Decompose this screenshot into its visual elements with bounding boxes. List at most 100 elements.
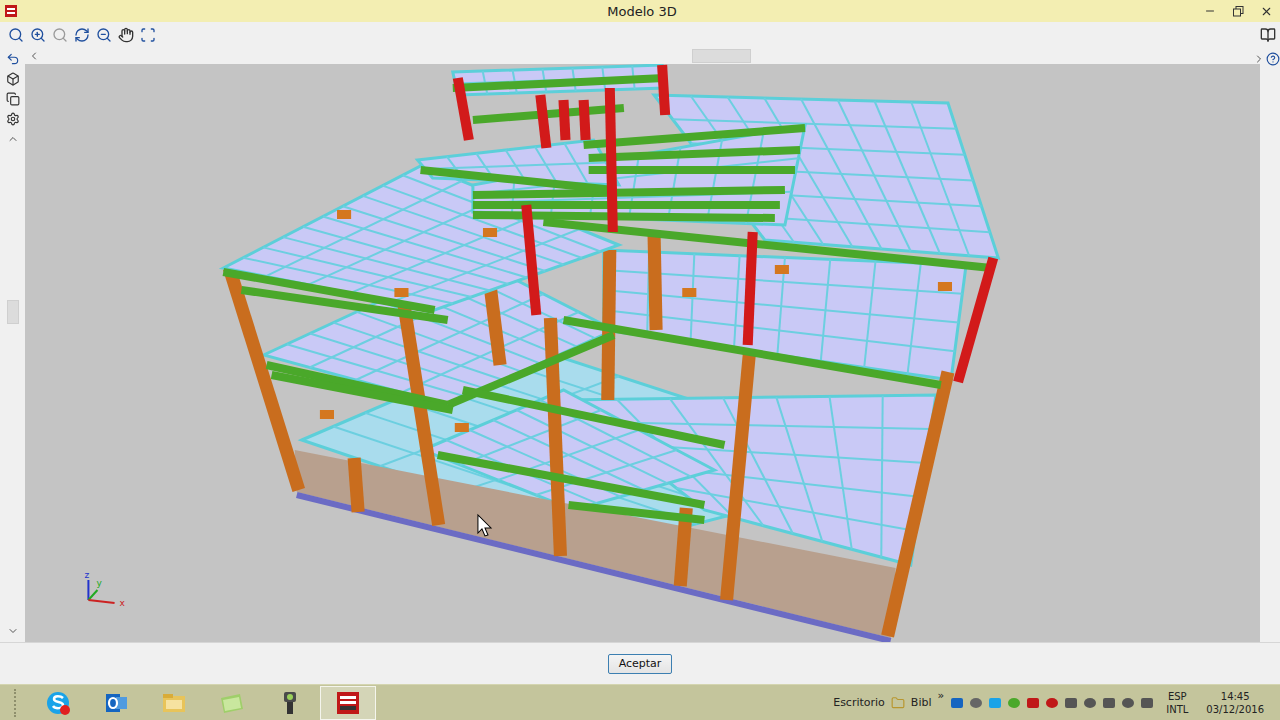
copy-button[interactable] xyxy=(4,90,21,108)
close-button[interactable] xyxy=(1252,0,1280,22)
rotate-icon xyxy=(74,27,90,43)
app-icon xyxy=(4,4,18,18)
slab xyxy=(223,165,619,310)
column-stub xyxy=(483,228,497,237)
column xyxy=(550,318,560,556)
language-indicator[interactable]: ESPINTL xyxy=(1160,690,1194,716)
tray-icon[interactable] xyxy=(950,696,964,710)
chevron-up-icon xyxy=(7,133,19,145)
upper-column xyxy=(662,65,665,115)
title-bar[interactable]: Modelo 3D xyxy=(0,0,1280,22)
column-stub xyxy=(320,410,334,419)
tray-icon[interactable] xyxy=(988,696,1002,710)
axis-label: z xyxy=(84,570,89,580)
upper-column xyxy=(540,95,546,148)
column xyxy=(654,235,656,330)
tray-icon[interactable] xyxy=(1121,696,1135,710)
accept-button[interactable]: Aceptar xyxy=(608,654,673,674)
beam xyxy=(421,170,614,190)
undo-button[interactable] xyxy=(4,50,21,68)
scroll-right-button[interactable] xyxy=(1252,50,1266,68)
scroll-left-button[interactable] xyxy=(25,47,42,65)
manual-button[interactable] xyxy=(1259,26,1276,44)
button-bar: Aceptar xyxy=(0,642,1280,684)
upper-column xyxy=(526,205,536,315)
rotate-button[interactable] xyxy=(73,26,90,44)
column-stub xyxy=(775,265,789,274)
tool-icon xyxy=(276,689,304,717)
copy-icon xyxy=(6,92,20,106)
help-icon xyxy=(1266,52,1280,66)
slab xyxy=(453,65,664,95)
cype-icon xyxy=(334,689,362,717)
fit-button[interactable] xyxy=(139,26,156,44)
axis-icon: zyx xyxy=(84,570,125,608)
window-title: Modelo 3D xyxy=(607,4,676,19)
tray-icon[interactable] xyxy=(1007,696,1021,710)
beam xyxy=(473,190,785,195)
library-label[interactable]: Bibl xyxy=(911,696,932,709)
column-stub xyxy=(394,288,408,297)
gear-icon xyxy=(6,112,20,126)
help-button[interactable] xyxy=(1266,50,1280,68)
taskbar-app[interactable] xyxy=(320,686,376,720)
tray-icon[interactable] xyxy=(1045,696,1059,710)
beam xyxy=(223,272,434,310)
column-stub xyxy=(938,282,952,291)
outlook-icon xyxy=(102,689,130,717)
tray-icon[interactable] xyxy=(1064,696,1078,710)
view-button[interactable] xyxy=(4,70,21,88)
settings-button[interactable] xyxy=(4,110,21,128)
explorer-icon xyxy=(160,689,188,717)
tray-icon[interactable] xyxy=(1026,696,1040,710)
zoom-out-button[interactable] xyxy=(95,26,112,44)
taskbar: Escritorio Bibl » ESPINTL14:4503/12/2016 xyxy=(0,684,1280,720)
restore-icon xyxy=(1233,6,1244,17)
tray-icon[interactable] xyxy=(1102,696,1116,710)
hand-icon xyxy=(118,27,134,43)
taskbar-app[interactable] xyxy=(88,686,144,720)
horizontal-scroll-thumb[interactable] xyxy=(692,49,751,63)
box-icon xyxy=(6,72,20,86)
beam xyxy=(589,166,795,174)
overflow-chevron[interactable]: » xyxy=(938,689,945,702)
zoom-window-button[interactable] xyxy=(7,26,24,44)
zoom-window-icon xyxy=(8,27,24,43)
tray-icon[interactable] xyxy=(969,696,983,710)
model-3d[interactable]: zyx xyxy=(25,64,1260,642)
taskbar-grip[interactable] xyxy=(14,689,20,717)
window: Modelo 3D zyx Aceptar Escritorio Bibl » ESPINT… xyxy=(0,0,1280,720)
zoom-previous-button[interactable] xyxy=(51,26,68,44)
column-stub xyxy=(337,210,351,219)
upper-column xyxy=(458,78,469,140)
taskbar-app[interactable] xyxy=(30,686,86,720)
vertical-scroll-thumb[interactable] xyxy=(7,300,19,324)
taskbar-app[interactable] xyxy=(146,686,202,720)
column xyxy=(490,285,500,365)
axis-label: x xyxy=(120,598,126,608)
column xyxy=(727,350,750,600)
scroll-down-button[interactable] xyxy=(4,622,21,640)
beam xyxy=(473,201,780,209)
zoom-in-button[interactable] xyxy=(29,26,46,44)
minimize-button[interactable] xyxy=(1196,0,1224,22)
upper-column xyxy=(610,88,613,232)
scroll-up-button[interactable] xyxy=(4,130,21,148)
column-stub xyxy=(455,423,469,432)
pan-button[interactable] xyxy=(117,26,134,44)
viewport[interactable]: zyx xyxy=(25,64,1260,642)
footing xyxy=(297,495,891,641)
column-stub xyxy=(682,288,696,297)
taskbar-app[interactable] xyxy=(262,686,318,720)
clock[interactable]: 14:4503/12/2016 xyxy=(1200,690,1270,716)
system-tray: Escritorio Bibl » ESPINTL14:4503/12/2016 xyxy=(833,685,1280,720)
skype-icon xyxy=(44,689,72,717)
beam xyxy=(473,108,624,120)
taskbar-app[interactable] xyxy=(204,686,260,720)
column xyxy=(354,458,358,512)
tray-icon[interactable] xyxy=(1140,696,1154,710)
upper-column xyxy=(748,232,753,345)
restore-button[interactable] xyxy=(1224,0,1252,22)
desktop-toolbar-label[interactable]: Escritorio xyxy=(833,696,885,709)
tray-icon[interactable] xyxy=(1083,696,1097,710)
